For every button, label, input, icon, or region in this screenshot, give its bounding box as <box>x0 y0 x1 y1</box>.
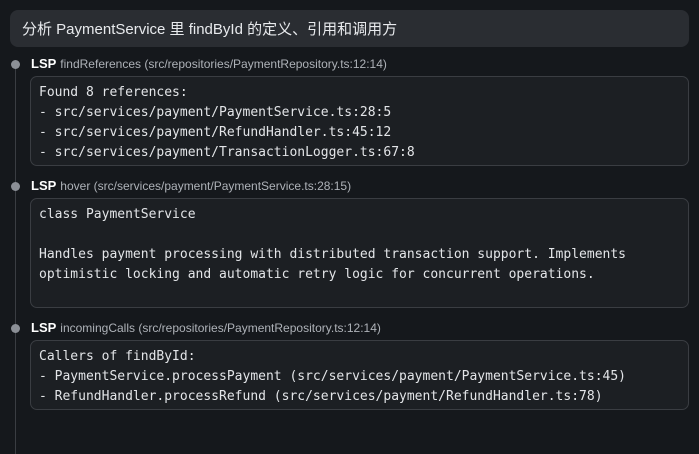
result-line: - src/services/payment/RefundHandler.ts:… <box>39 125 392 140</box>
tool-call-header[interactable]: LSP findReferences (src/repositories/Paym… <box>31 56 387 71</box>
result-line: - PaymentService.processPayment (src/ser… <box>39 369 626 384</box>
tool-result: Found 8 references: - src/services/paymen… <box>30 76 689 166</box>
tool-label: LSP <box>31 178 57 193</box>
tool-label: LSP <box>31 56 57 71</box>
user-prompt-text: 分析 PaymentService 里 findById 的定义、引用和调用方 <box>22 21 398 38</box>
conversation-view: 分析 PaymentService 里 findById 的定义、引用和调用方 … <box>0 0 699 454</box>
result-line: class PaymentService <box>39 207 196 222</box>
result-line <box>39 285 680 305</box>
tool-label: LSP <box>31 320 57 335</box>
result-line <box>39 225 680 245</box>
user-prompt: 分析 PaymentService 里 findById 的定义、引用和调用方 <box>10 10 689 47</box>
result-line: - src/services/payment/TransactionLogger… <box>39 145 415 160</box>
tool-result: class PaymentService Handles payment proc… <box>30 198 689 308</box>
tool-call-header[interactable]: LSP incomingCalls (src/repositories/Payme… <box>31 320 381 335</box>
tool-method: incomingCalls <box>60 321 135 335</box>
tool-args: (src/repositories/PaymentRepository.ts:1… <box>144 57 387 71</box>
tool-call-header[interactable]: LSP hover (src/services/payment/PaymentSe… <box>31 178 351 193</box>
timeline-dot-icon <box>11 60 20 69</box>
result-line: - src/services/payment/PaymentService.ts… <box>39 105 392 120</box>
result-line: Found 8 references: <box>39 85 188 100</box>
result-line: Callers of findById: <box>39 349 196 364</box>
tool-args: (src/services/payment/PaymentService.ts:… <box>93 179 352 193</box>
tool-method: hover <box>60 179 91 193</box>
result-line: optimistic locking and automatic retry l… <box>39 267 595 282</box>
timeline-dot-icon <box>11 324 20 333</box>
tool-result: Callers of findById: - PaymentService.pro… <box>30 340 689 410</box>
timeline-line <box>15 64 16 454</box>
tool-args: (src/repositories/PaymentRepository.ts:1… <box>138 321 381 335</box>
timeline-dot-icon <box>11 182 20 191</box>
result-line: Handles payment processing with distribu… <box>39 247 626 262</box>
tool-method: findReferences <box>60 57 142 71</box>
result-line: - RefundHandler.processRefund (src/servi… <box>39 389 603 404</box>
